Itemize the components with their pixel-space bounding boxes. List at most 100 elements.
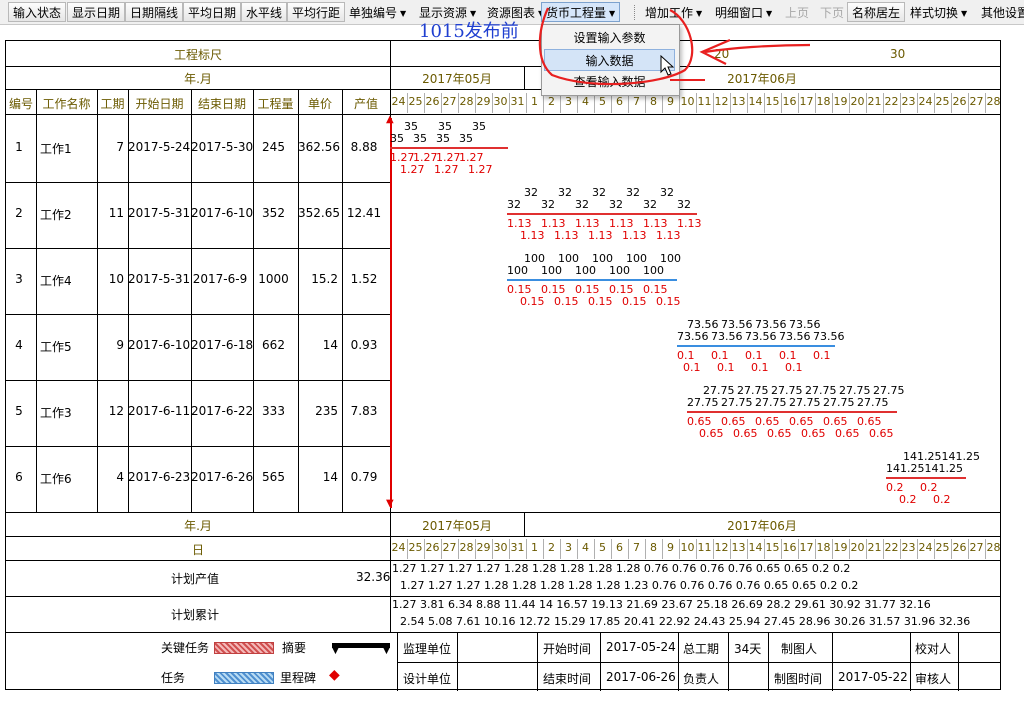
task-bar[interactable] bbox=[677, 345, 835, 347]
day-divider bbox=[526, 93, 527, 113]
yearmonth-label: 年.月 bbox=[184, 72, 212, 86]
task-bar[interactable] bbox=[886, 477, 966, 479]
header-day-cell: 5 bbox=[599, 95, 606, 108]
bar-output-value: 1.27 bbox=[434, 163, 459, 176]
other-settings-button[interactable]: 其他设置 bbox=[976, 2, 1024, 22]
task-end-date: 2017-6-18 bbox=[191, 338, 254, 352]
day-divider bbox=[951, 539, 952, 559]
header-day-cell: 3 bbox=[565, 95, 572, 108]
bar-output-value: 1.13 bbox=[554, 229, 579, 242]
chevron-down-icon: ▼ bbox=[961, 8, 968, 18]
header-day-cell: 10 bbox=[680, 95, 695, 108]
footer-day-cell: 26 bbox=[425, 541, 440, 554]
task-task-name: 工作6 bbox=[40, 472, 72, 486]
task-row-number: 4 bbox=[15, 338, 23, 352]
col-divider bbox=[768, 632, 769, 691]
footer-day-cell: 9 bbox=[667, 541, 674, 554]
bar-mid-value: 32 bbox=[541, 198, 555, 211]
day-divider bbox=[458, 93, 459, 113]
day-divider bbox=[560, 93, 561, 113]
task-quantity: 333 bbox=[262, 404, 285, 418]
row-divider bbox=[6, 596, 1000, 597]
footer-day-cell: 22 bbox=[884, 541, 899, 554]
task-bar[interactable] bbox=[507, 279, 677, 281]
task-output: 0.93 bbox=[350, 338, 378, 352]
bar-output-value: 0.1 bbox=[751, 361, 769, 374]
footer-day-cell: 5 bbox=[599, 541, 606, 554]
end-time-value: 2017-06-26 bbox=[606, 670, 676, 684]
day-divider bbox=[577, 93, 578, 113]
header-day-cell: 31 bbox=[510, 95, 525, 108]
task-row-number: 1 bbox=[15, 140, 23, 154]
date-gridline-button[interactable]: 日期隔线 bbox=[125, 2, 184, 22]
horizontal-line-button[interactable]: 水平线 bbox=[241, 2, 288, 22]
header-day-cell: 15 bbox=[765, 95, 780, 108]
day-divider bbox=[985, 539, 986, 559]
name-align-left-button[interactable]: 名称居左 bbox=[847, 2, 906, 22]
day-divider bbox=[628, 93, 629, 113]
col-header-end: 结束日期 bbox=[197, 97, 246, 111]
task-bar[interactable] bbox=[390, 147, 508, 149]
legend-summary-label: 摘要 bbox=[282, 641, 307, 655]
bar-output-value: 0.2 bbox=[933, 493, 951, 506]
drawer-label: 制图人 bbox=[781, 642, 818, 656]
header-day-cell: 11 bbox=[697, 95, 712, 108]
bar-mid-value: 73.56 bbox=[711, 330, 743, 343]
footer-day-cell: 23 bbox=[901, 541, 916, 554]
day-divider bbox=[492, 93, 493, 113]
task-quantity: 1000 bbox=[258, 272, 289, 286]
task-unit-price: 362.56 bbox=[298, 140, 340, 154]
col-header-start: 开始日期 bbox=[135, 97, 184, 111]
reviewer-label: 审核人 bbox=[915, 672, 952, 686]
bar-output-value: 0.1 bbox=[785, 361, 803, 374]
task-start-date: 2017-6-10 bbox=[128, 338, 191, 352]
task-start-date: 2017-6-11 bbox=[128, 404, 191, 418]
task-duration: 11 bbox=[108, 206, 124, 220]
plan-cum-row2: 2.54 5.08 7.61 10.16 12.72 15.29 17.85 2… bbox=[400, 615, 971, 628]
task-bar[interactable] bbox=[507, 213, 697, 215]
bar-mid-value: 32 bbox=[609, 198, 623, 211]
day-divider bbox=[832, 93, 833, 113]
bar-output-value: 0.1 bbox=[717, 361, 735, 374]
col-header-duration: 工期 bbox=[100, 97, 125, 111]
task-duration: 12 bbox=[108, 404, 124, 418]
day-divider bbox=[832, 539, 833, 559]
col-divider bbox=[728, 632, 729, 691]
header-day-cell: 25 bbox=[408, 95, 423, 108]
start-time-value: 2017-05-24 bbox=[606, 640, 676, 654]
single-number-dropdown[interactable]: 单独编号 ▼ bbox=[344, 2, 411, 22]
day-divider bbox=[900, 539, 901, 559]
col-divider bbox=[457, 632, 458, 691]
average-row-spacing-button[interactable]: 平均行距 bbox=[287, 2, 346, 22]
header-day-cell: 1 bbox=[531, 95, 538, 108]
bar-mid-value: 35 bbox=[413, 132, 427, 145]
day-divider bbox=[645, 93, 646, 113]
day-divider bbox=[747, 93, 748, 113]
plan-value-row1: 1.27 1.27 1.27 1.27 1.28 1.28 1.28 1.28 … bbox=[392, 562, 851, 575]
show-date-button[interactable]: 显示日期 bbox=[67, 2, 126, 22]
task-quantity: 662 bbox=[262, 338, 285, 352]
bar-top-value: 32 bbox=[626, 186, 640, 199]
footer-day-cell: 2 bbox=[548, 541, 555, 554]
legend-summary-swatch bbox=[332, 643, 390, 648]
start-time-label: 开始时间 bbox=[543, 642, 592, 656]
bar-mid-value: 32 bbox=[643, 198, 657, 211]
task-bar[interactable] bbox=[687, 411, 897, 413]
task-end-date: 2017-6-10 bbox=[191, 206, 254, 220]
day-divider bbox=[475, 539, 476, 559]
task-quantity: 352 bbox=[262, 206, 285, 220]
task-quantity: 565 bbox=[262, 470, 285, 484]
day-divider bbox=[611, 93, 612, 113]
plan-value-total: 32.36 bbox=[356, 570, 391, 584]
day-divider bbox=[475, 93, 476, 113]
bar-mid-value: 100 bbox=[575, 264, 596, 277]
gantt-bar-area: ▲ ▼ 35 35 35 35 35 35 35 1.27 1.27 1.27 1.27 1.27 1.… bbox=[386, 114, 1000, 512]
style-switch-dropdown[interactable]: 样式切换 ▼ bbox=[905, 2, 972, 22]
header-day-cell: 25 bbox=[935, 95, 950, 108]
bar-top-value: 35 bbox=[472, 120, 486, 133]
day-divider bbox=[781, 93, 782, 113]
average-date-button[interactable]: 平均日期 bbox=[183, 2, 242, 22]
input-status-button[interactable]: 输入状态 bbox=[8, 2, 67, 22]
day-divider bbox=[441, 93, 442, 113]
row-divider bbox=[6, 560, 1000, 561]
